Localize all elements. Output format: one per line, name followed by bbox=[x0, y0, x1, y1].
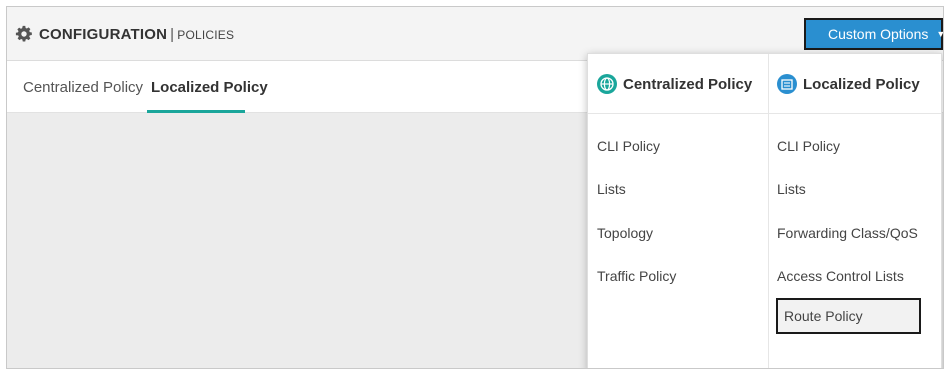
tab-centralized-policy[interactable]: Centralized Policy bbox=[23, 79, 143, 96]
caret-down-icon: ▼ bbox=[936, 29, 943, 39]
localized-policy-heading: Localized Policy bbox=[803, 76, 920, 93]
gear-icon bbox=[15, 25, 32, 42]
app-window: CONFIGURATION|POLICIES Custom Options ▼ … bbox=[6, 6, 944, 369]
menu-item-localized-lists[interactable]: Lists bbox=[768, 181, 941, 197]
title-separator: | bbox=[170, 26, 175, 43]
custom-options-button[interactable]: Custom Options ▼ bbox=[804, 18, 943, 50]
centralized-policy-header: Centralized Policy bbox=[588, 54, 768, 114]
menu-item-traffic-policy[interactable]: Traffic Policy bbox=[588, 268, 768, 284]
device-icon bbox=[777, 74, 797, 94]
menu-item-topology[interactable]: Topology bbox=[588, 225, 768, 241]
localized-policy-column: Localized Policy CLI Policy Lists Forwar… bbox=[768, 54, 941, 368]
title-main: CONFIGURATION bbox=[39, 26, 168, 43]
globe-icon bbox=[597, 74, 617, 94]
menu-item-forwarding-class-qos[interactable]: Forwarding Class/QoS bbox=[768, 225, 941, 241]
menu-item-centralized-cli-policy[interactable]: CLI Policy bbox=[588, 138, 768, 154]
menu-item-access-control-lists[interactable]: Access Control Lists bbox=[768, 268, 941, 284]
title-sub: POLICIES bbox=[177, 28, 235, 42]
menu-item-centralized-lists[interactable]: Lists bbox=[588, 181, 768, 197]
localized-policy-header: Localized Policy bbox=[768, 54, 941, 114]
page-title: CONFIGURATION | POLICIES bbox=[39, 26, 234, 43]
tab-localized-policy[interactable]: Localized Policy bbox=[151, 79, 268, 96]
centralized-policy-heading: Centralized Policy bbox=[623, 76, 753, 93]
centralized-policy-column: Centralized Policy CLI Policy Lists Topo… bbox=[588, 54, 769, 368]
menu-item-route-policy[interactable]: Route Policy bbox=[776, 298, 921, 334]
custom-options-dropdown: Centralized Policy CLI Policy Lists Topo… bbox=[587, 53, 942, 368]
custom-options-label: Custom Options bbox=[828, 26, 929, 42]
menu-item-localized-cli-policy[interactable]: CLI Policy bbox=[768, 138, 941, 154]
